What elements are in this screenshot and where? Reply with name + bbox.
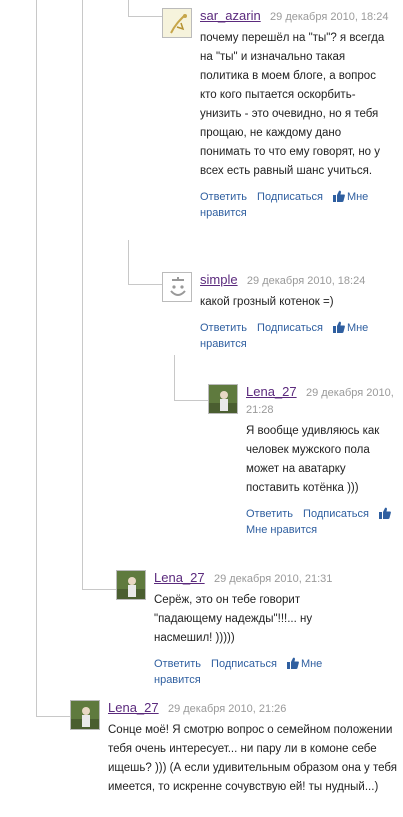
comment: simple 29 декабря 2010, 18:24 какой гроз… [200, 272, 395, 352]
like-label: Мне нравится [246, 524, 318, 536]
thread-line [174, 355, 209, 401]
comment-author[interactable]: simple [200, 272, 238, 287]
comment-date: 29 декабря 2010, 18:24 [246, 275, 366, 287]
thread-line [82, 0, 117, 590]
comment-text: почему перешёл на "ты"? я всегда на "ты"… [200, 32, 385, 177]
reply-link[interactable]: Ответить [246, 508, 293, 520]
thumbs-up-icon [286, 657, 299, 669]
avatar-image [117, 571, 145, 599]
comment-actions: ОтветитьПодписатьсяМне нравится [200, 189, 395, 221]
thread-line [36, 0, 71, 717]
avatar[interactable] [162, 272, 192, 302]
comment-actions: ОтветитьПодписатьсяМне нравится [200, 320, 395, 352]
avatar-image [209, 385, 237, 413]
comment-author[interactable]: sar_azarin [200, 8, 261, 23]
subscribe-link[interactable]: Подписаться [257, 322, 323, 334]
comment-text: Я вообще удивляюсь как человек мужского … [246, 425, 380, 494]
reply-link[interactable]: Ответить [154, 658, 201, 670]
comment-actions: ОтветитьПодписатьсяМне нравится [154, 656, 354, 688]
avatar[interactable] [162, 8, 192, 38]
comment: Lena_27 29 декабря 2010, 21:28 Я вообще … [246, 384, 396, 538]
thread-line [128, 240, 163, 285]
reply-link[interactable]: Ответить [200, 322, 247, 334]
reply-link[interactable]: Ответить [200, 191, 247, 203]
avatar-image [163, 9, 191, 37]
comment-text: какой грозный котенок =) [200, 296, 334, 308]
subscribe-link[interactable]: Подписаться [303, 508, 369, 520]
avatar-image [71, 701, 99, 729]
comment-author[interactable]: Lena_27 [246, 384, 297, 399]
avatar[interactable] [116, 570, 146, 600]
thread-line [128, 0, 163, 17]
subscribe-link[interactable]: Подписаться [211, 658, 277, 670]
comment-date: 29 декабря 2010, 21:26 [167, 703, 287, 715]
comment-text: Сонце моё! Я смотрю вопрос о семейном по… [108, 724, 397, 793]
comment: Lena_27 29 декабря 2010, 21:31 Серёж, эт… [154, 570, 354, 688]
comment-actions: Ответить Подписаться Мне нравится [246, 506, 396, 538]
thumbs-up-icon [332, 190, 345, 202]
comment: sar_azarin 29 декабря 2010, 18:24 почему… [200, 8, 395, 221]
comment-author[interactable]: Lena_27 [154, 570, 205, 585]
comment-date: 29 декабря 2010, 18:24 [270, 11, 389, 23]
comment-text: Серёж, это он тебе говорит "падающему на… [154, 594, 313, 644]
avatar[interactable] [70, 700, 100, 730]
comment-date: 29 декабря 2010, 21:31 [213, 573, 333, 585]
default-avatar-icon [163, 273, 191, 301]
avatar[interactable] [208, 384, 238, 414]
subscribe-link[interactable]: Подписаться [257, 191, 323, 203]
thumbs-up-icon [332, 321, 345, 333]
thumbs-up-icon [378, 507, 391, 519]
comment: Lena_27 29 декабря 2010, 21:26 Сонце моё… [108, 700, 398, 797]
comment-author[interactable]: Lena_27 [108, 700, 159, 715]
